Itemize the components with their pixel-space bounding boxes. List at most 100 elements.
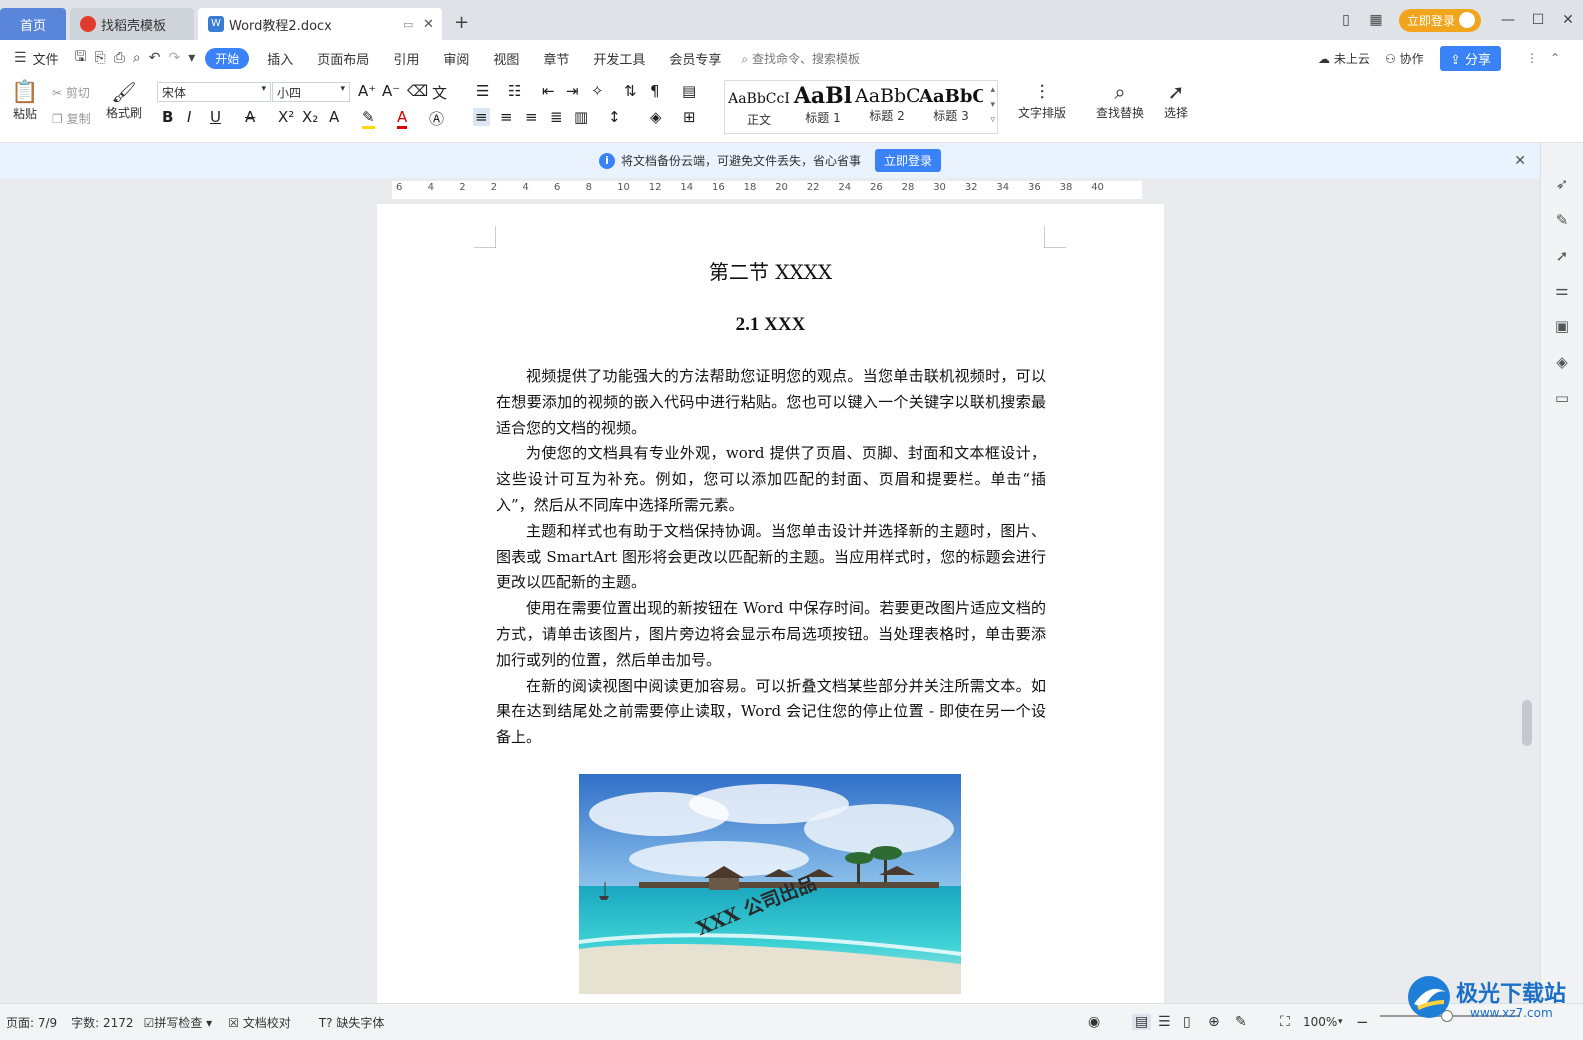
align-left-icon[interactable]: ≡ bbox=[473, 108, 490, 126]
show-marks-icon[interactable]: ¶ bbox=[650, 82, 660, 100]
strikethrough-icon[interactable]: A bbox=[245, 108, 255, 126]
highlight-icon[interactable]: ✎ bbox=[362, 108, 375, 129]
style-heading-3[interactable]: AaBbC 标题 3 bbox=[919, 83, 983, 124]
print-preview-icon[interactable]: ⌕ bbox=[129, 50, 145, 66]
close-tab-icon[interactable]: ✕ bbox=[423, 17, 434, 32]
tab-templates[interactable]: 找稻壳模板 bbox=[70, 8, 194, 40]
share-button[interactable]: ⇪ 分享 bbox=[1440, 45, 1502, 71]
zoom-level[interactable]: 100% bbox=[1303, 1015, 1337, 1029]
char-border-icon[interactable]: Ⓐ bbox=[429, 108, 444, 129]
notice-login-button[interactable]: 立即登录 bbox=[875, 149, 942, 172]
clear-format-icon[interactable]: ⌫ bbox=[407, 82, 428, 100]
grow-font-icon[interactable]: A⁺ bbox=[358, 82, 376, 100]
paste-button[interactable]: 📋 粘贴 bbox=[8, 80, 42, 122]
grid-apps-icon[interactable]: ▦ bbox=[1361, 12, 1391, 28]
tab-home[interactable]: 首页 bbox=[0, 8, 66, 40]
hamburger-icon[interactable]: ☰ bbox=[10, 50, 31, 66]
chinese-layout-icon[interactable]: ✧ bbox=[591, 82, 604, 100]
vertical-scrollbar[interactable] bbox=[1520, 202, 1536, 1002]
menu-start[interactable]: 开始 bbox=[205, 47, 250, 69]
page-indicator[interactable]: 页面: 7/9 bbox=[6, 1014, 57, 1031]
shrink-font-icon[interactable]: A⁻ bbox=[382, 82, 400, 100]
zoom-dropdown-icon[interactable]: ▾ bbox=[1338, 1017, 1343, 1027]
align-right-icon[interactable]: ≡ bbox=[525, 108, 538, 126]
justify-icon[interactable]: ≣ bbox=[550, 108, 563, 126]
login-button[interactable]: 立即登录 bbox=[1398, 8, 1481, 32]
save-icon[interactable]: 🖫 bbox=[71, 46, 91, 70]
styles-scroll[interactable]: ▴ ▾ ▿ bbox=[990, 83, 995, 128]
export-pdf-icon[interactable]: ⎘ bbox=[91, 50, 110, 66]
font-size-select[interactable]: 小四 ▾ bbox=[272, 82, 350, 102]
web-view-icon[interactable]: ⊕ bbox=[1208, 1014, 1220, 1030]
write-view-icon[interactable]: ✎ bbox=[1235, 1014, 1247, 1030]
text-effect-icon[interactable]: A bbox=[329, 108, 339, 126]
fit-page-icon[interactable]: ⛶ bbox=[1280, 1014, 1290, 1030]
menu-view[interactable]: 视图 bbox=[481, 49, 531, 68]
menu-developer[interactable]: 开发工具 bbox=[581, 49, 657, 68]
layout-toggle-icon[interactable]: ▯ bbox=[1331, 12, 1361, 28]
eye-protection-icon[interactable]: ◉ bbox=[1088, 1014, 1100, 1030]
document-body[interactable]: 视频提供了功能强大的方法帮助您证明您的观点。当您单击联机视频时，可以在想要添加的… bbox=[496, 364, 1046, 751]
select-button[interactable]: ➚ 选择 bbox=[1158, 80, 1194, 121]
document-proofread[interactable]: ☒ 文档校对 bbox=[228, 1014, 291, 1031]
sort-icon[interactable]: ⇅ bbox=[624, 82, 637, 100]
customize-icon[interactable]: ▾ bbox=[184, 50, 199, 66]
menu-references[interactable]: 引用 bbox=[381, 49, 431, 68]
rocket-icon[interactable]: ➶ bbox=[1552, 175, 1572, 195]
beach-photo[interactable]: XXX 公司出品 bbox=[579, 774, 961, 994]
zoom-out-icon[interactable]: − bbox=[1356, 1013, 1369, 1031]
sliders-icon[interactable]: ⚌ bbox=[1552, 281, 1572, 301]
print-icon[interactable]: ⎙ bbox=[110, 50, 129, 66]
pointer-icon[interactable]: ➚ bbox=[1552, 247, 1572, 267]
decrease-indent-icon[interactable]: ⇤ bbox=[542, 82, 555, 100]
document-page[interactable]: 第二节 XXXX 2.1 XXX 视频提供了功能强大的方法帮助您证明您的观点。当… bbox=[377, 204, 1164, 1004]
superscript-icon[interactable]: X² bbox=[278, 108, 294, 126]
bullet-list-icon[interactable]: ☰ bbox=[476, 82, 489, 100]
ai-icon[interactable]: ◈ bbox=[1552, 353, 1572, 373]
menu-file[interactable]: 文件 bbox=[31, 49, 71, 68]
command-search[interactable]: ⌕ 查找命令、搜索模板 bbox=[741, 50, 860, 67]
line-spacing-icon[interactable]: ↕ bbox=[608, 108, 621, 126]
cloud-status[interactable]: ☁ 未上云 bbox=[1318, 50, 1370, 67]
menu-page-layout[interactable]: 页面布局 bbox=[305, 49, 381, 68]
borders-icon[interactable]: ⊞ bbox=[683, 108, 696, 126]
outline-view-icon[interactable]: ☰ bbox=[1158, 1014, 1171, 1030]
missing-fonts[interactable]: T? 缺失字体 bbox=[319, 1014, 385, 1031]
style-normal[interactable]: AaBbCcI 正文 bbox=[727, 83, 791, 128]
pen-icon[interactable]: ✎ bbox=[1552, 211, 1572, 231]
close-window-icon[interactable]: ✕ bbox=[1553, 12, 1583, 28]
minimize-icon[interactable]: — bbox=[1493, 12, 1523, 28]
bold-icon[interactable]: B bbox=[162, 108, 173, 126]
underline-icon[interactable]: U bbox=[210, 108, 221, 126]
more-icon[interactable]: ⋮ bbox=[1526, 51, 1538, 65]
redo-icon[interactable]: ↷ bbox=[165, 50, 185, 66]
scrollbar-thumb[interactable] bbox=[1522, 700, 1532, 746]
menu-chapter[interactable]: 章节 bbox=[531, 49, 581, 68]
font-color-icon[interactable]: A bbox=[397, 108, 408, 129]
phonetic-icon[interactable]: 文 bbox=[432, 82, 447, 103]
find-replace-button[interactable]: ⌕ 查找替换 bbox=[1090, 80, 1150, 121]
book-icon[interactable]: ▭ bbox=[1552, 389, 1572, 409]
collapse-ribbon-icon[interactable]: ⌃ bbox=[1550, 51, 1560, 65]
style-heading-2[interactable]: AaBbC 标题 2 bbox=[855, 83, 919, 124]
maximize-icon[interactable]: ☐ bbox=[1523, 12, 1553, 28]
word-count[interactable]: 字数: 2172 bbox=[71, 1014, 133, 1031]
cut-button[interactable]: ✂ 剪切 bbox=[52, 84, 90, 101]
menu-member[interactable]: 会员专享 bbox=[657, 49, 733, 68]
copy-button[interactable]: ❐ 复制 bbox=[52, 110, 91, 127]
subscript-icon[interactable]: X₂ bbox=[302, 108, 318, 126]
style-heading-1[interactable]: AaBl 标题 1 bbox=[791, 83, 855, 126]
text-layout-button[interactable]: ⫶ 文字排版 bbox=[1012, 80, 1072, 121]
image-tool-icon[interactable]: ▣ bbox=[1552, 317, 1572, 337]
numbered-list-icon[interactable]: ☷ bbox=[508, 82, 521, 100]
close-notice-icon[interactable]: ✕ bbox=[1514, 153, 1526, 169]
new-tab-button[interactable]: + bbox=[454, 12, 469, 33]
increase-indent-icon[interactable]: ⇥ bbox=[566, 82, 579, 100]
shading-icon[interactable]: ◈ bbox=[650, 108, 662, 126]
format-painter-button[interactable]: 🖌 格式刷 bbox=[104, 80, 144, 121]
reading-view-icon[interactable]: ▯ bbox=[1183, 1014, 1191, 1030]
menu-review[interactable]: 审阅 bbox=[431, 49, 481, 68]
menu-insert[interactable]: 插入 bbox=[255, 49, 305, 68]
tab-document[interactable]: W Word教程2.docx ▭ ✕ bbox=[198, 8, 442, 40]
undo-icon[interactable]: ↶ bbox=[145, 50, 165, 66]
